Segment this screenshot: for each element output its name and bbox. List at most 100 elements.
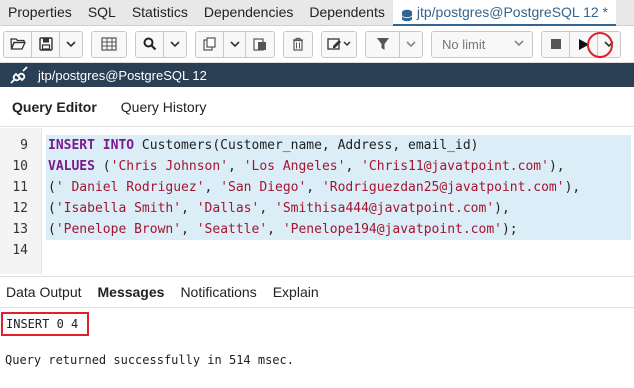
tab-query-tool[interactable]: jtp/postgres@PostgreSQL 12 * [392,0,617,26]
copy-icon [202,37,216,51]
execute-highlight-circle [587,32,613,58]
sql-text: Customers(Customer_name, Address, email_… [134,138,479,153]
sql-string: 'Penelope Brown' [55,222,182,237]
sql-string: 'Penelope194@javatpoint.com' [282,222,502,237]
stop-button[interactable] [542,31,570,57]
paste-button[interactable] [246,31,274,57]
sql-string: ' Daniel Rodriguez' [55,180,205,195]
line-number: 9 [20,138,28,153]
editor-tabs: Query Editor Query History [0,87,634,127]
stop-icon [550,39,561,49]
code-line[interactable]: 12 ('Isabella Smith', 'Dallas', 'Smithis… [0,198,634,219]
sql-text: ( [48,201,56,216]
code-line[interactable]: 14 [0,240,634,261]
tab-query-editor[interactable]: Query Editor [0,87,109,127]
filter-icon [376,38,389,50]
sql-string: 'Dallas' [196,201,260,216]
line-number: 11 [12,180,28,195]
sql-string: 'San Diego' [220,180,307,195]
line-number: 14 [12,243,28,258]
code-line[interactable]: 11 (' Daniel Rodriguez', 'San Diego', 'R… [0,177,634,198]
connection-plug-icon[interactable] [8,66,30,84]
sql-text: ), [564,180,581,195]
delete-button[interactable] [284,31,312,57]
trash-icon [293,37,303,51]
sql-string: 'Los Angeles' [243,159,346,174]
save-file-button[interactable] [32,31,60,57]
query-toolbar: No limit [0,26,634,63]
sql-editor[interactable]: 9 INSERT INTO Customers(Customer_name, A… [0,128,634,274]
row-limit-value: No limit [442,36,486,52]
sql-string: 'Seattle' [196,222,268,237]
edit-button[interactable] [322,31,356,57]
sql-text: , [181,201,197,216]
sql-text: , [345,159,362,174]
sql-text: ( [48,222,56,237]
search-icon [143,37,156,51]
pencil-icon [327,38,351,50]
edit-rows-button[interactable] [92,31,126,57]
chevron-down-icon [66,41,76,47]
connection-label[interactable]: jtp/postgres@PostgreSQL 12 [38,68,207,83]
line-number: 13 [12,222,28,237]
panel-tabs: Properties SQL Statistics Dependencies D… [0,0,634,26]
query-status-message: INSERT 0 4 [1,312,89,336]
connection-bar: jtp/postgres@PostgreSQL 12 [0,63,634,87]
row-limit-select[interactable]: No limit [432,31,532,57]
sql-text: ( [48,180,56,195]
tab-dependencies[interactable]: Dependencies [196,0,302,26]
sql-text: ), [494,201,510,216]
query-result-message: Query returned successfully in 514 msec. [5,353,294,367]
tab-notifications[interactable]: Notifications [174,284,262,300]
sql-string: 'Rodriguezdan25@javatpoint.com' [321,180,565,195]
line-number: 10 [12,159,28,174]
sql-text: , [204,180,221,195]
sql-text: , [228,159,244,174]
open-file-button[interactable] [4,31,32,57]
code-line[interactable]: 10 VALUES ('Chris Johnson', 'Los Angeles… [0,156,634,177]
sql-keyword: VALUES [48,159,95,174]
filter-button[interactable] [366,31,400,57]
tab-statistics[interactable]: Statistics [124,0,196,26]
sql-text: , [181,222,197,237]
tab-properties[interactable]: Properties [0,0,80,26]
sql-string: 'Chris Johnson' [110,159,229,174]
result-tabs: Data Output Messages Notifications Expla… [0,276,634,308]
chevron-down-icon [406,41,416,47]
sql-text: , [267,222,283,237]
messages-panel: INSERT 0 4 Query returned successfully i… [0,309,634,388]
sql-text: , [259,201,275,216]
code-line[interactable]: 13 ('Penelope Brown', 'Seattle', 'Penelo… [0,219,634,240]
tab-dependents[interactable]: Dependents [301,0,393,26]
copy-options-dropdown[interactable] [224,31,246,57]
tab-query-tool-label: jtp/postgres@PostgreSQL 12 * [416,3,609,20]
tab-data-output[interactable]: Data Output [0,284,88,300]
sql-text: ); [501,222,518,237]
save-options-dropdown[interactable] [60,31,82,57]
sql-text: ( [94,159,111,174]
sql-text: , [306,180,322,195]
tab-explain[interactable]: Explain [267,284,325,300]
filter-options-dropdown[interactable] [400,31,422,57]
chevron-down-icon [170,41,180,47]
sql-string: 'Chris11@javatpoint.com' [361,159,549,174]
tab-query-history[interactable]: Query History [109,87,219,127]
sql-string: 'Smithisa444@javatpoint.com' [275,201,495,216]
copy-button[interactable] [196,31,224,57]
database-icon [401,5,413,22]
code-line[interactable]: 9 INSERT INTO Customers(Customer_name, A… [0,135,634,156]
chevron-down-icon [514,39,524,46]
folder-open-icon [9,38,26,50]
chevron-down-icon [229,41,240,47]
sql-string: 'Isabella Smith' [55,201,182,216]
sql-keyword: INSERT INTO [48,138,135,153]
find-options-dropdown[interactable] [164,31,186,57]
save-icon [38,37,53,51]
line-number: 12 [12,201,28,216]
table-grid-icon [101,37,117,51]
sql-text: ), [548,159,565,174]
tab-messages[interactable]: Messages [92,284,171,300]
tab-sql[interactable]: SQL [80,0,124,26]
find-button[interactable] [136,31,164,57]
paste-icon [253,38,266,51]
